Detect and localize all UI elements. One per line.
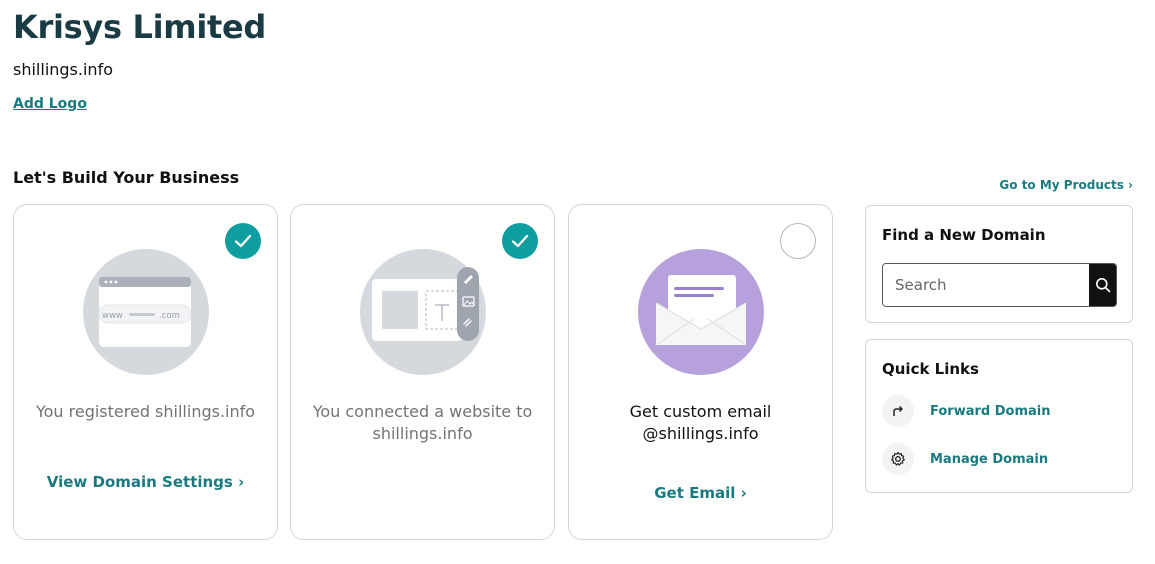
completed-check-icon [225,223,261,259]
domain-search-box [882,263,1117,307]
domain-search-input[interactable] [883,264,1089,306]
search-icon [1095,278,1110,293]
completed-check-icon [502,223,538,259]
card-email-text: Get custom email @shillings.info [629,402,772,443]
card-website-text: You connected a website to shillings.inf… [312,402,533,443]
quick-links-title: Quick Links [882,360,979,378]
card-website-connected: You connected a website to shillings.inf… [290,204,555,540]
quick-link-manage-domain[interactable]: Manage Domain [882,443,1048,475]
www-text: www [102,311,123,321]
get-email-link[interactable]: Get Email › [569,484,832,502]
com-text: .com [159,311,180,321]
view-domain-settings-link[interactable]: View Domain Settings › [14,473,277,491]
go-to-products-link[interactable]: Go to My Products › [999,178,1133,192]
find-domain-panel: Find a New Domain [865,205,1133,323]
card-domain-text: You registered shillings.info [35,402,256,421]
dashboard-page: Krisys Limited shillings.info Add Logo L… [0,0,1155,564]
add-logo-link[interactable]: Add Logo [13,96,87,112]
manage-domain-label: Manage Domain [930,451,1049,467]
card-domain-registered: www .com You registered shillings.info V… [13,204,278,540]
forward-domain-label: Forward Domain [930,403,1051,419]
section-title: Let's Build Your Business [13,168,240,187]
website-builder-illustration [360,249,486,375]
domain-search-button[interactable] [1089,264,1116,306]
forward-arrow-icon [882,395,914,427]
find-domain-title: Find a New Domain [882,226,1046,244]
business-domain: shillings.info [13,60,113,79]
quick-links-panel: Quick Links Forward Domain Manage Domain [865,339,1133,493]
browser-domain-illustration: www .com [83,249,209,375]
business-name: Krisys Limited [13,8,267,46]
gear-icon [882,443,914,475]
card-custom-email: Get custom email @shillings.info Get Ema… [568,204,833,540]
quick-link-forward-domain[interactable]: Forward Domain [882,395,1050,427]
incomplete-circle-icon [780,223,816,259]
envelope-illustration [638,249,764,375]
